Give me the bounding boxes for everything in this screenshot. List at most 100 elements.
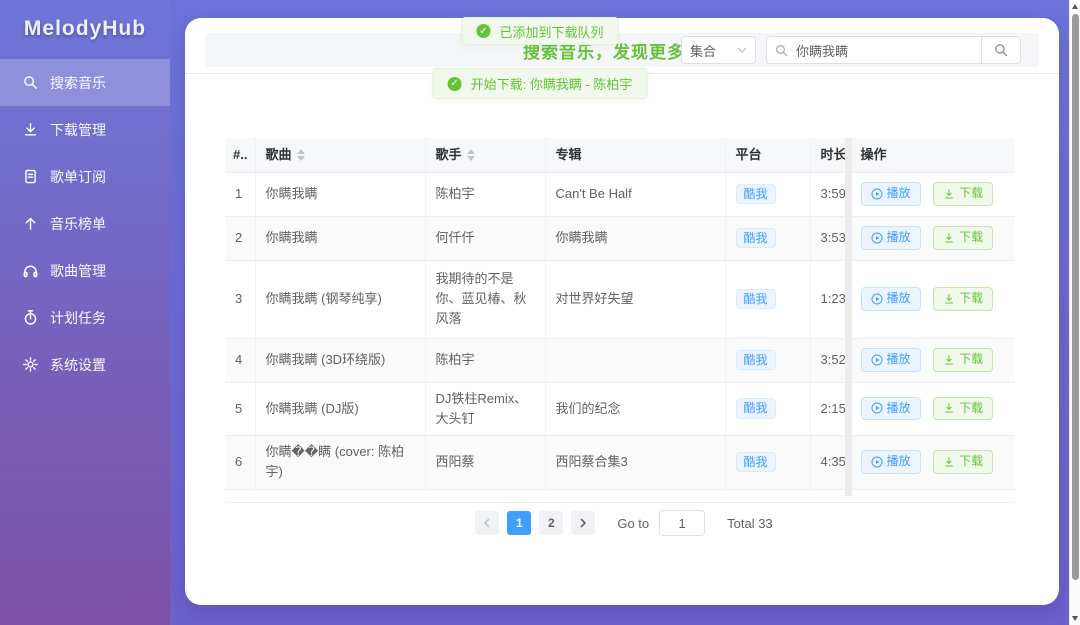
goto-label: Go to [617,515,650,531]
sort-icons[interactable] [466,149,475,162]
prev-page-button[interactable] [475,511,500,535]
search-prefix-icon [776,44,788,56]
sidebar-item-scheduled-tasks[interactable]: 计划任务 [0,294,170,341]
sidebar-item-label: 歌曲管理 [50,262,106,279]
sidebar-item-playlist-subscribe[interactable]: 歌单订阅 [0,153,170,200]
download-icon [945,354,954,365]
play-button[interactable]: 播放 [860,182,921,206]
duration-cell: 3:59 [810,172,851,217]
index-cell: 5 [225,382,256,436]
play-button[interactable]: 播放 [860,287,921,311]
app-root: { "sidebar": { "logo": "MelodyHub", "ite… [0,0,1080,625]
platform-cell: 酷我 [725,172,811,217]
download-icon [945,188,954,199]
scrollbar-thumb[interactable] [1072,14,1079,580]
platform-tag: 酷我 [735,398,776,419]
sidebar-item-label: 计划任务 [50,309,106,326]
content-card: 搜索音乐，发现更多精彩 集合 #.. [185,18,1059,605]
sidebar: MelodyHub 搜索音乐 下载管理 歌单订阅 音乐榜单 歌曲管理 计划任务 … [0,0,170,625]
table-bottom-border [225,502,1015,503]
duration-cell: 4:35 [810,435,851,490]
play-button[interactable]: 播放 [860,348,921,372]
table-vertical-scrollbar[interactable] [845,138,852,496]
play-circle-icon [871,402,882,414]
song-cell: 你瞒我瞒 (3D环绕版) [255,338,426,383]
total-count: Total 33 [727,515,773,531]
table-row: 6 你瞒��瞒 (cover: 陈柏宇) 西阳蔡 西阳蔡合集3 酷我 4:35 … [225,435,1015,490]
table-row: 2 你瞒我瞒 何仟仟 你瞒我瞒 酷我 3:53 播放 下载 [225,216,1015,261]
search-input[interactable] [794,41,958,59]
search-button[interactable] [981,36,1021,64]
index-cell: 3 [225,260,256,339]
play-button[interactable]: 播放 [860,450,921,474]
platform-cell: 酷我 [725,260,811,339]
next-page-button[interactable] [571,511,596,535]
source-select[interactable]: 集合 [681,36,756,64]
sidebar-item-music-charts[interactable]: 音乐榜单 [0,200,170,247]
song-cell: 你瞒我瞒 [255,216,426,261]
app-logo: MelodyHub [23,17,147,40]
actions-cell: 播放 下载 [850,382,1015,436]
download-button[interactable]: 下载 [933,226,994,250]
column-header-actions: 操作 [850,138,1015,173]
browser-scrollbar[interactable] [1069,0,1080,625]
sidebar-item-label: 音乐榜单 [50,215,106,232]
duration-cell: 1:23 [810,260,851,339]
play-circle-icon [871,232,882,244]
actions-cell: 播放 下载 [850,216,1015,261]
column-header-album: 专辑 [545,138,726,173]
album-cell [545,338,726,383]
table-header-row: #.. 歌曲 歌手 专辑 平台 时长 操作 [225,138,1015,173]
sidebar-item-label: 歌单订阅 [50,168,106,185]
song-cell: 你瞒我瞒 (钢琴纯享) [255,260,426,339]
song-cell: 你瞒��瞒 (cover: 陈柏宇) [255,435,426,490]
play-circle-icon [871,293,882,305]
download-icon [22,121,39,138]
album-cell: 我们的纪念 [545,382,726,436]
success-check-icon: ✓ [476,24,491,38]
download-button[interactable]: 下载 [933,348,994,372]
play-button[interactable]: 播放 [860,226,921,250]
table-row: 1 你瞒我瞒 陈柏宇 Can't Be Half 酷我 3:59 播放 下载 [225,172,1015,217]
stopwatch-icon [22,309,39,326]
download-icon [945,457,954,467]
column-header-song[interactable]: 歌曲 [255,138,426,173]
scroll-up-arrow-icon[interactable] [1072,4,1078,9]
source-select-value: 集合 [690,43,717,59]
sidebar-item-song-manager[interactable]: 歌曲管理 [0,247,170,294]
goto-page-input[interactable] [659,510,706,536]
toast-download-started: ✓ 开始下载: 你瞒我瞒 - 陈柏宇 [432,68,648,99]
caret-up-icon [296,149,305,155]
play-circle-icon [871,188,882,200]
search-icon [995,44,1008,57]
page-button-1[interactable]: 1 [507,511,532,535]
chevron-right-icon [580,518,587,528]
column-header-artist[interactable]: 歌手 [425,138,546,173]
album-cell: 西阳蔡合集3 [545,435,726,490]
table-row: 3 你瞒我瞒 (钢琴纯享) 我期待的不是你、蓝见椿、秋风落 对世界好失望 酷我 … [225,260,1015,339]
sidebar-item-download-manager[interactable]: 下载管理 [0,106,170,153]
download-button[interactable]: 下载 [933,450,994,474]
album-cell: Can't Be Half [545,172,726,217]
caret-down-icon [296,156,305,162]
platform-cell: 酷我 [725,382,811,436]
platform-cell: 酷我 [725,216,811,261]
search-group [766,36,1021,64]
sort-icons[interactable] [296,149,305,162]
download-button[interactable]: 下载 [933,287,994,311]
download-button[interactable]: 下载 [933,396,994,421]
platform-tag: 酷我 [735,288,776,310]
duration-cell: 2:15 [810,382,851,436]
search-input-wrap [766,36,981,64]
download-button[interactable]: 下载 [933,182,994,206]
page-button-2[interactable]: 2 [539,511,564,535]
play-button[interactable]: 播放 [860,396,921,421]
scroll-down-arrow-icon[interactable] [1072,616,1078,621]
actions-cell: 播放 下载 [850,260,1015,339]
sidebar-item-search-music[interactable]: 搜索音乐 [0,59,170,106]
play-circle-icon [871,456,882,468]
download-icon [945,293,954,304]
sidebar-item-system-settings[interactable]: 系统设置 [0,341,170,388]
toast-added-to-queue: ✓ 已添加到下载队列 [461,17,619,45]
artist-cell: DJ铁柱Remix、大头钉 [425,382,546,436]
